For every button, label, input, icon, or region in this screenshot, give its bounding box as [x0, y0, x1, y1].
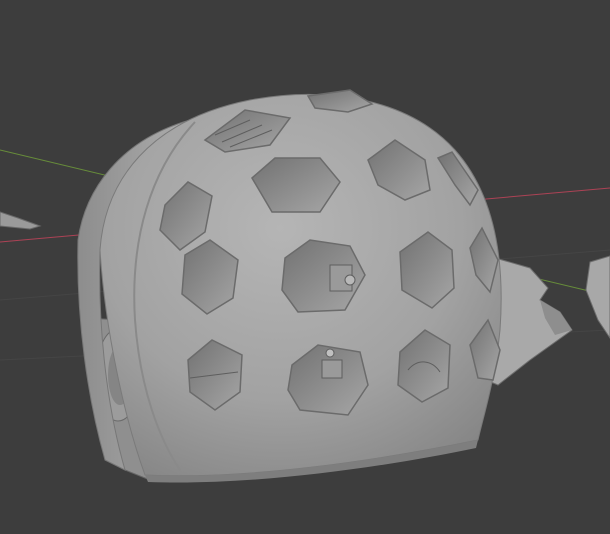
- left-fragment[interactable]: [0, 211, 42, 230]
- 3d-viewport[interactable]: [0, 0, 610, 534]
- right-edge-part[interactable]: [585, 255, 610, 339]
- viewport-canvas[interactable]: [0, 0, 610, 534]
